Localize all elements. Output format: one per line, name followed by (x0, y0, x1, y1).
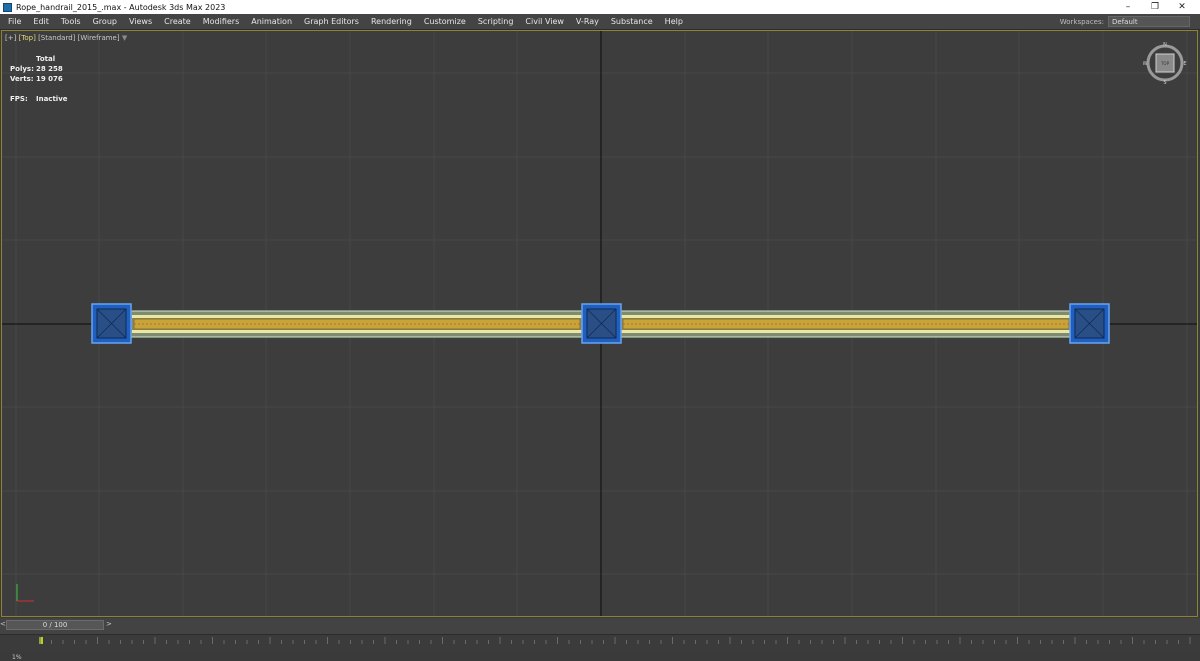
time-slider[interactable]: 0 / 100 (6, 620, 104, 630)
menu-rendering[interactable]: Rendering (365, 17, 418, 26)
timeline-coord-label: 1% (12, 654, 22, 661)
post-right (1069, 303, 1110, 344)
stats-total-label: Total (36, 55, 56, 63)
menu-substance[interactable]: Substance (605, 17, 659, 26)
viewcube-north: N (1163, 42, 1167, 48)
menu-animation[interactable]: Animation (245, 17, 298, 26)
viewport-shading-label[interactable]: [Standard] (38, 34, 75, 42)
time-prev-icon[interactable]: < (0, 620, 6, 628)
app-icon (3, 2, 12, 12)
menu-scripting[interactable]: Scripting (472, 17, 520, 26)
menu-graph-editors[interactable]: Graph Editors (298, 17, 365, 26)
rope-left (133, 318, 581, 330)
menu-help[interactable]: Help (659, 17, 689, 26)
viewport-view-label[interactable]: [Top] (19, 34, 36, 42)
menu-vray[interactable]: V-Ray (570, 17, 605, 26)
menu-modifiers[interactable]: Modifiers (197, 17, 246, 26)
viewport-mode-label[interactable]: [Wireframe] (78, 34, 120, 42)
rail-right (618, 310, 1074, 338)
viewport-label[interactable]: [+] [Top] [Standard] [Wireframe] ▼ (5, 34, 127, 42)
viewcube-west: W (1143, 61, 1148, 67)
menu-file[interactable]: File (0, 17, 27, 26)
stats-verts-value: 19 076 (36, 75, 63, 83)
stats-fps-label: FPS: (10, 95, 28, 103)
axis-tripod-icon (16, 584, 34, 602)
viewcube-south: S (1163, 80, 1166, 85)
minimize-button[interactable]: – (1115, 0, 1141, 14)
time-next-icon[interactable]: > (106, 620, 112, 628)
stats-polys-value: 28 258 (36, 65, 63, 73)
workspaces-label: Workspaces: (1059, 17, 1104, 26)
viewcube-face: TOP (1160, 61, 1170, 66)
viewport-plus-menu[interactable]: [+] (5, 34, 16, 42)
post-left (91, 303, 132, 344)
workspaces-control: Workspaces: Default (1060, 14, 1190, 29)
rail-left (129, 310, 585, 338)
window-title: Rope_handrail_2015_.max - Autodesk 3ds M… (16, 2, 226, 12)
rope-right (622, 318, 1070, 330)
menu-customize[interactable]: Customize (418, 17, 472, 26)
statistics-overlay: Total Polys: 28 258 Verts: 19 076 FPS: Inac… (10, 54, 68, 104)
timeline-ticks (39, 637, 1191, 644)
restore-button[interactable]: ❐ (1142, 0, 1168, 14)
menu-group[interactable]: Group (87, 17, 123, 26)
filter-icon[interactable]: ▼ (122, 34, 127, 42)
menu-create[interactable]: Create (158, 17, 197, 26)
viewport-top[interactable]: [+] [Top] [Standard] [Wireframe] ▼ Total… (1, 30, 1198, 617)
workspaces-dropdown[interactable]: Default (1108, 16, 1190, 27)
timeline-track[interactable]: 1% (0, 634, 1200, 661)
post-middle (581, 303, 622, 344)
title-bar: Rope_handrail_2015_.max - Autodesk 3ds M… (0, 0, 1200, 14)
time-slider-bar: < 0 / 100 > 1% (0, 618, 1200, 661)
viewcube-icon[interactable]: TOP N S W E (1143, 41, 1187, 85)
menu-bar: File Edit Tools Group Views Create Modif… (0, 14, 1200, 30)
stats-polys-label: Polys: (10, 65, 34, 73)
stats-verts-label: Verts: (10, 75, 34, 83)
stats-fps-value: Inactive (36, 95, 68, 103)
viewcube-east: E (1183, 61, 1186, 67)
menu-edit[interactable]: Edit (27, 17, 55, 26)
menu-views[interactable]: Views (123, 17, 158, 26)
close-button[interactable]: ✕ (1169, 0, 1195, 14)
viewport-grid (2, 31, 1197, 616)
menu-tools[interactable]: Tools (55, 17, 87, 26)
menu-civil-view[interactable]: Civil View (519, 17, 570, 26)
